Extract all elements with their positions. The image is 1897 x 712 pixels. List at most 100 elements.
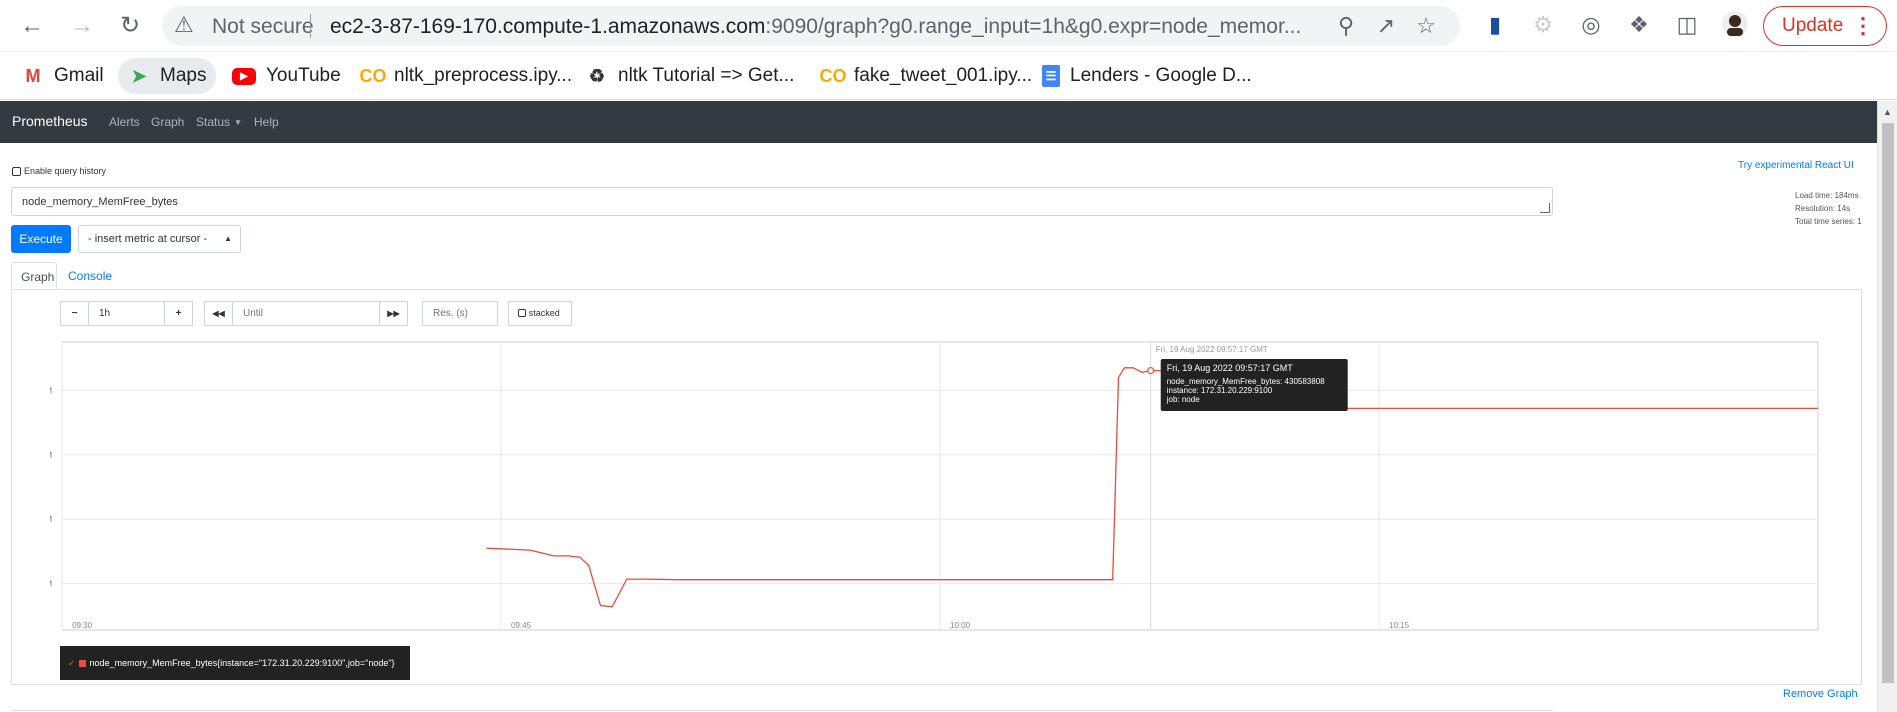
tab-graph[interactable]: Graph	[11, 262, 57, 290]
load-time: Load time: 184ms	[1795, 191, 1859, 200]
update-label: Update	[1782, 15, 1844, 36]
memory-chart[interactable]: 100M 200M 300M 400M 09:30 09:45 10:00 10:15 Fri,…	[50, 340, 1828, 642]
resolution-input[interactable]: Res. (s)	[422, 301, 498, 326]
puzzle-icon[interactable]: ❖	[1624, 10, 1654, 40]
range-input[interactable]: 1h	[88, 301, 165, 326]
update-button[interactable]: Update ⋮	[1763, 6, 1887, 46]
zoom-out-icon[interactable]: ⚲	[1332, 12, 1360, 40]
page-scrollbar[interactable]: ▲	[1877, 101, 1897, 712]
expression-input[interactable]: node_memory_MemFree_bytes	[11, 187, 1553, 216]
star-icon[interactable]: ☆	[1412, 12, 1440, 40]
x-tick-label: 09:30	[72, 621, 93, 630]
browser-toolbar: ← → ↻ ⚠ Not secure ec2-3-87-169-170.comp…	[0, 0, 1897, 52]
colab-icon: CO	[819, 65, 847, 86]
resize-handle-icon[interactable]	[1540, 203, 1550, 213]
y-tick-label: 200M	[50, 515, 52, 524]
y-tick-label: 300M	[50, 451, 52, 460]
insert-metric-select[interactable]: - insert metric at cursor - ▲	[78, 225, 241, 253]
tooltip-metric: node_memory_MemFree_bytes: 430583808	[1167, 377, 1325, 386]
stacked-label: stacked	[528, 308, 560, 318]
hover-point	[1147, 367, 1155, 375]
resolution: Resolution: 14s	[1795, 204, 1851, 213]
query-stats: Load time: 184ms Resolution: 14s Total t…	[1795, 189, 1862, 228]
address-bar[interactable]: ⚠ Not secure ec2-3-87-169-170.compute-1.…	[162, 6, 1460, 46]
bookmark-fake-tweet[interactable]: CO fake_tweet_001.ipy...	[812, 58, 1042, 94]
nav-alerts[interactable]: Alerts	[109, 115, 140, 129]
colab-icon: CO	[359, 65, 387, 86]
tooltip-title: Fri, 19 Aug 2022 09:57:17 GMT	[1167, 363, 1294, 373]
nav-status-label: Status	[196, 115, 231, 129]
bookmark-maps[interactable]: ➤ Maps	[118, 58, 217, 94]
total-series: Total time series: 1	[1795, 217, 1862, 226]
forward-icon[interactable]: →	[66, 10, 98, 42]
avatar[interactable]	[1720, 10, 1750, 40]
bookmark-nltk-preprocess[interactable]: CO nltk_preprocess.ipy...	[352, 58, 582, 94]
tab-console[interactable]: Console	[59, 262, 121, 290]
insert-metric-label: - insert metric at cursor -	[88, 233, 208, 245]
youtube-icon: ▶	[232, 67, 256, 85]
reload-icon[interactable]: ↻	[114, 10, 146, 42]
gmail-icon: M	[25, 65, 41, 86]
expression-text: node_memory_MemFree_bytes	[22, 196, 178, 208]
time-back-button[interactable]: ◀◀	[204, 301, 233, 326]
checkmark-icon: ✓	[68, 658, 76, 668]
bookmark-label: YouTube	[266, 65, 341, 86]
hover-time-label: Fri, 19 Aug 2022 09:57:17 GMT	[1156, 345, 1268, 354]
remove-graph-link[interactable]: Remove Graph	[1783, 688, 1858, 700]
caret-down-icon: ▼	[234, 118, 242, 128]
bookmark-label: nltk_preprocess.ipy...	[394, 65, 573, 86]
scroll-up-icon[interactable]: ▲	[1883, 107, 1892, 117]
bookmark-label: nltk Tutorial => Get...	[618, 65, 795, 86]
robot-ext-icon[interactable]: ⚙	[1528, 10, 1558, 40]
bookmark-nltk-tutorial[interactable]: ♻ nltk Tutorial => Get...	[576, 58, 804, 94]
url-text[interactable]: ec2-3-87-169-170.compute-1.amazonaws.com…	[330, 15, 1310, 39]
tooltip-job: job: node	[1166, 395, 1200, 404]
range-plus-button[interactable]: +	[164, 301, 193, 326]
omnibox-separator	[310, 14, 311, 38]
kebab-menu-icon[interactable]: ⋮	[1852, 7, 1874, 45]
url-path: :9090/graph?g0.range_input=1h&g0.expr=no…	[765, 15, 1302, 38]
until-input[interactable]: Until	[232, 301, 380, 326]
tooltip-instance: instance: 172.31.20.229:9100	[1167, 386, 1273, 395]
bookmark-gmail[interactable]: M Gmail	[12, 58, 114, 94]
bookmark-label: Maps	[160, 65, 207, 86]
chart-legend[interactable]: ✓ node_memory_MemFree_bytes{instance="172…	[60, 646, 410, 680]
prometheus-navbar: Prometheus Alerts Graph Status ▼ Help	[0, 101, 1877, 143]
url-host: ec2-3-87-169-170.compute-1.amazonaws.com	[330, 15, 766, 38]
prometheus-brand[interactable]: Prometheus	[12, 113, 87, 129]
execute-button[interactable]: Execute	[11, 225, 71, 253]
select-arrows-icon: ▲	[224, 234, 232, 243]
x-tick-label: 10:00	[950, 621, 971, 630]
enable-history-checkbox[interactable]	[12, 167, 21, 176]
x-tick-label: 09:45	[511, 621, 532, 630]
nav-help[interactable]: Help	[254, 115, 279, 129]
legend-label: node_memory_MemFree_bytes{instance="172.…	[89, 658, 395, 668]
bookmark-youtube[interactable]: ▶ YouTube	[222, 58, 351, 94]
share-icon[interactable]: ↗	[1372, 12, 1400, 40]
stacked-checkbox	[518, 309, 526, 318]
y-tick-label: 100M	[50, 580, 52, 589]
bookmark-label: Gmail	[54, 65, 104, 86]
google-docs-icon: ☰	[1042, 65, 1060, 87]
not-secure-label[interactable]: Not secure	[212, 15, 314, 39]
maps-icon: ➤	[131, 65, 147, 86]
bookmark-label: Lenders - Google D...	[1070, 65, 1252, 86]
nav-status[interactable]: Status ▼	[196, 115, 242, 129]
nav-graph[interactable]: Graph	[151, 115, 184, 129]
enable-history-label: Enable query history	[24, 166, 107, 176]
side-panel-icon[interactable]: ◫	[1672, 10, 1702, 40]
bookmark-label: fake_tweet_001.ipy...	[854, 65, 1033, 86]
warning-icon[interactable]: ⚠	[174, 12, 194, 38]
bookmark-lenders[interactable]: ☰ Lenders - Google D...	[1032, 58, 1262, 94]
y-tick-label: 400M	[50, 386, 52, 395]
react-ui-link[interactable]: Try experimental React UI	[1738, 160, 1854, 171]
time-forward-button[interactable]: ▶▶	[379, 301, 408, 326]
scroll-thumb[interactable]	[1882, 123, 1894, 683]
back-icon[interactable]: ←	[16, 10, 48, 42]
x-tick-label: 10:15	[1389, 621, 1410, 630]
target-ext-icon[interactable]: ◎	[1576, 10, 1606, 40]
stacked-toggle[interactable]: stacked	[508, 301, 572, 326]
bookmarks-bar: M Gmail ➤ Maps ▶ YouTube CO nltk_preproc…	[0, 52, 1897, 100]
range-minus-button[interactable]: −	[60, 301, 89, 326]
bookmark-ext-icon[interactable]: ▮	[1480, 10, 1510, 40]
